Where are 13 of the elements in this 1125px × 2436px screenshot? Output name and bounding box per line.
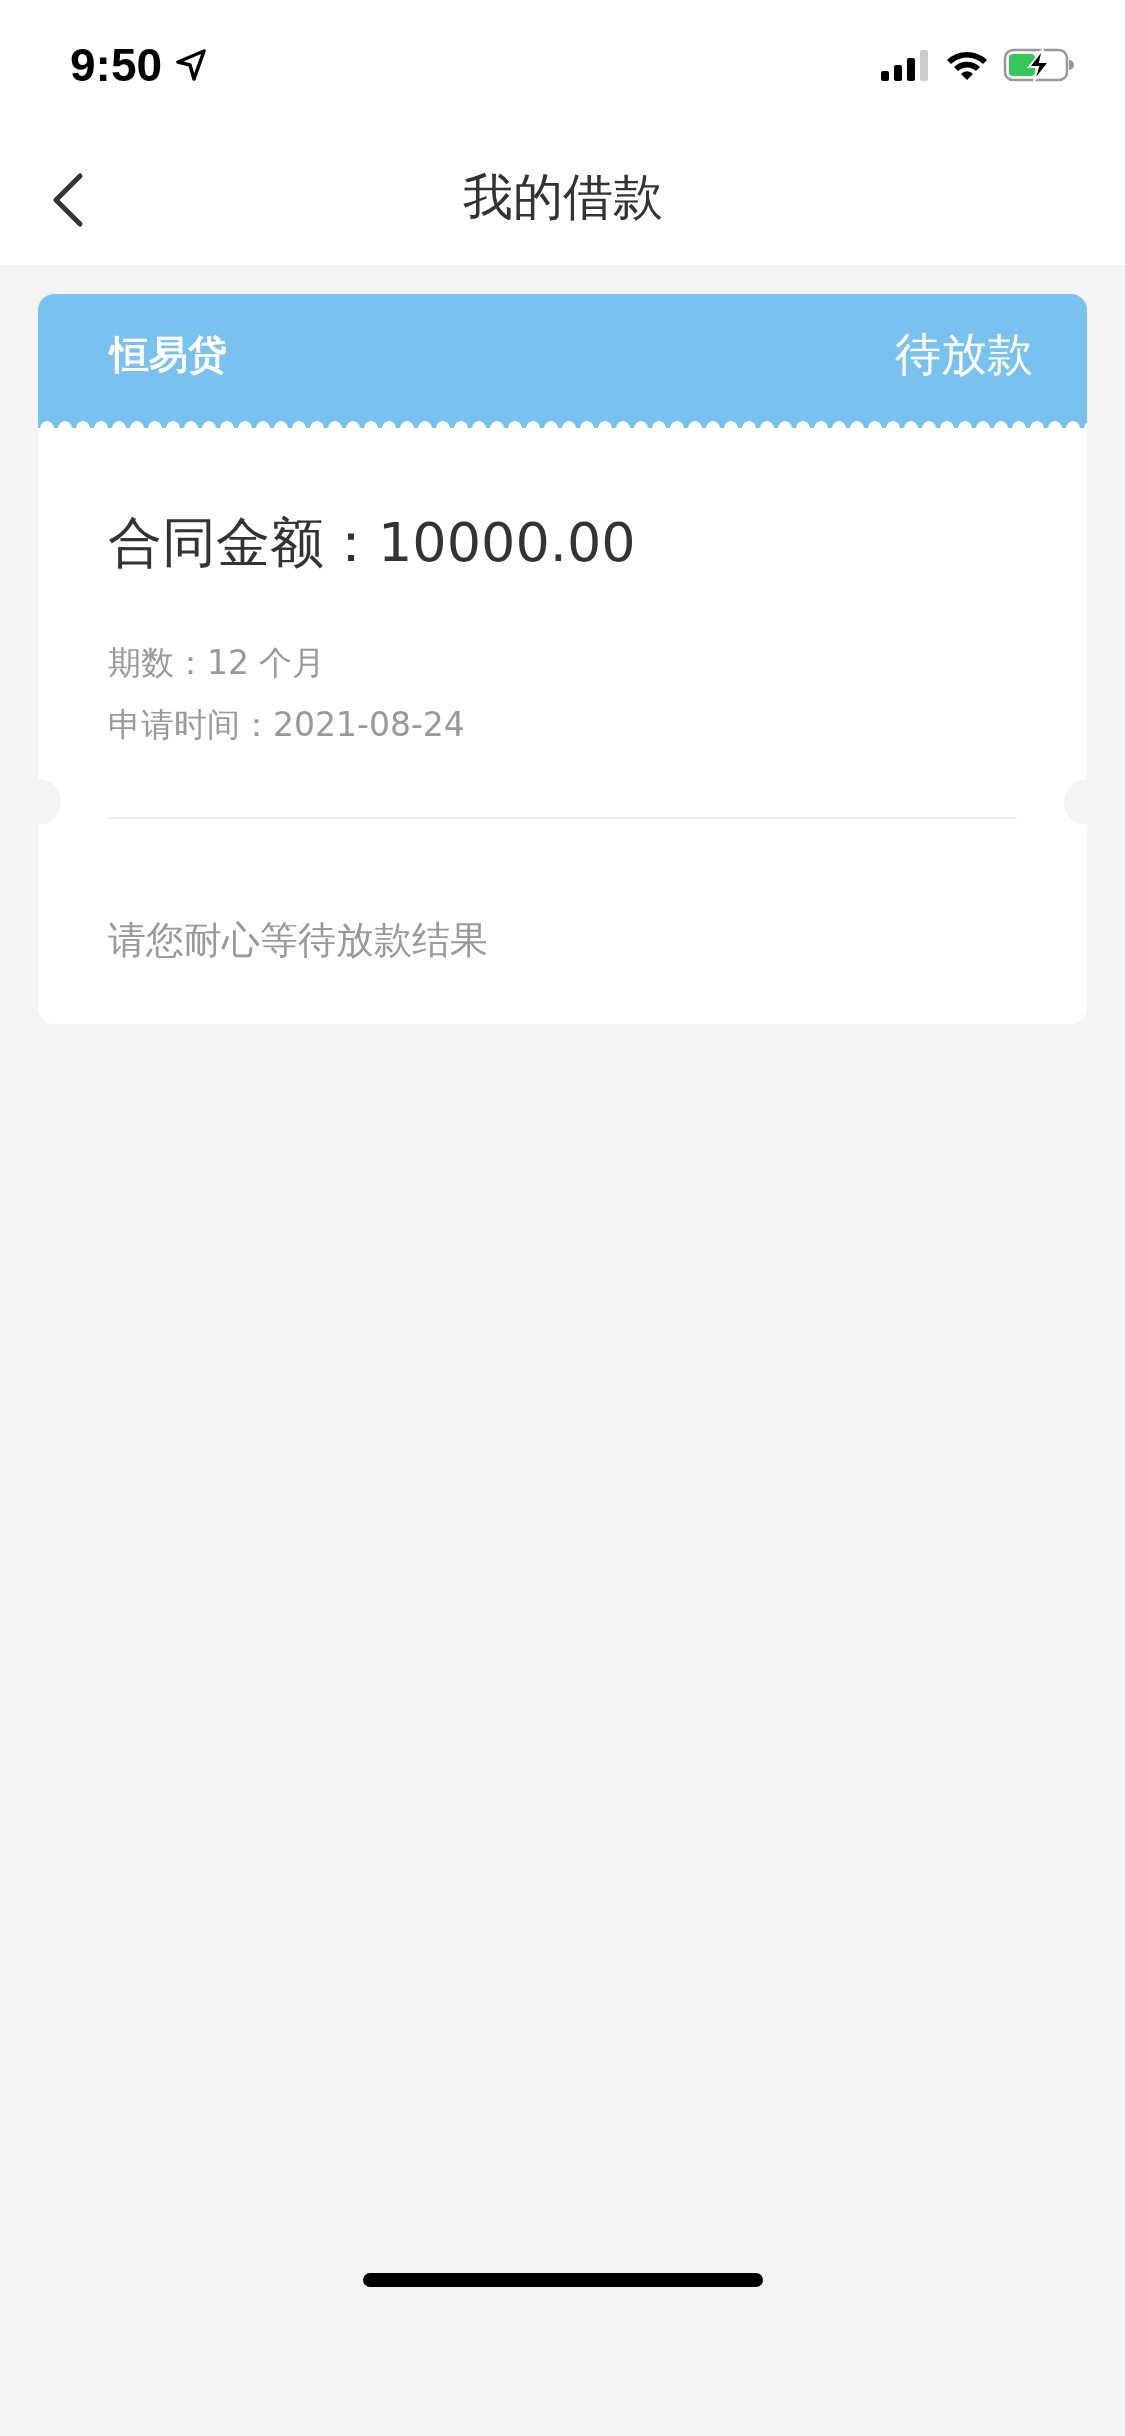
contract-amount: 合同金额：10000.00 [108, 510, 637, 576]
location-arrow-icon [176, 49, 207, 81]
detail-line: 期数：12 个月 [108, 642, 327, 684]
detail-line: 申请时间：2021-08-24 [108, 704, 466, 746]
battery-charging-icon [1003, 48, 1075, 82]
loan-status: 待放款 [895, 326, 1033, 383]
status-time: 9:50 [70, 38, 163, 92]
wifi-icon [945, 49, 989, 81]
loan-card[interactable]: 恒易贷 待放款 合同金额：10000.00 期数：12 个月 申请时间：2021-08-24 请您耐心等待放款结果 [38, 294, 1087, 1024]
status-message: 请您耐心等待放款结果 [108, 917, 489, 964]
signal-icon [881, 49, 931, 81]
lender-name: 恒易贷 [110, 331, 227, 379]
page-title: 我的借款 [462, 167, 663, 228]
